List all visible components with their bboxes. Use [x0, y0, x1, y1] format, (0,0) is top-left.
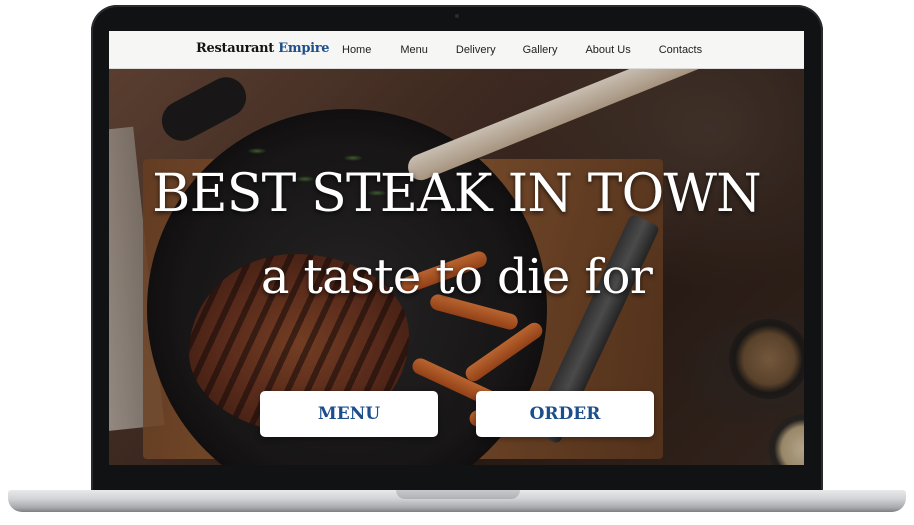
brand-name-part2: Empire [278, 41, 330, 56]
nav-link-home[interactable]: Home [342, 44, 371, 56]
top-navbar: Restaurant Empire Home Menu Delivery Gal… [109, 31, 804, 69]
hero-subheadline: a taste to die for [260, 249, 653, 305]
nav-link-contacts[interactable]: Contacts [659, 44, 702, 56]
webcam-icon [455, 14, 459, 18]
nav-link-about-us[interactable]: About Us [585, 44, 630, 56]
order-button[interactable]: ORDER [476, 391, 654, 437]
nav-links: Home Menu Delivery Gallery About Us Cont… [342, 44, 702, 56]
website-screen: Restaurant Empire Home Menu Delivery Gal… [109, 31, 804, 465]
brand-name-part1: Restaurant [196, 41, 275, 56]
brand-logo[interactable]: Restaurant Empire [196, 41, 330, 56]
nav-link-menu[interactable]: Menu [400, 44, 428, 56]
laptop-base-notch [396, 490, 520, 499]
hero-headline: BEST STEAK IN TOWN [152, 164, 761, 224]
menu-button[interactable]: MENU [260, 391, 438, 437]
nav-link-delivery[interactable]: Delivery [456, 44, 496, 56]
nav-link-gallery[interactable]: Gallery [523, 44, 558, 56]
laptop-mockup: Restaurant Empire Home Menu Delivery Gal… [0, 0, 914, 525]
hero-section: BEST STEAK IN TOWN a taste to die for ME… [109, 69, 804, 465]
